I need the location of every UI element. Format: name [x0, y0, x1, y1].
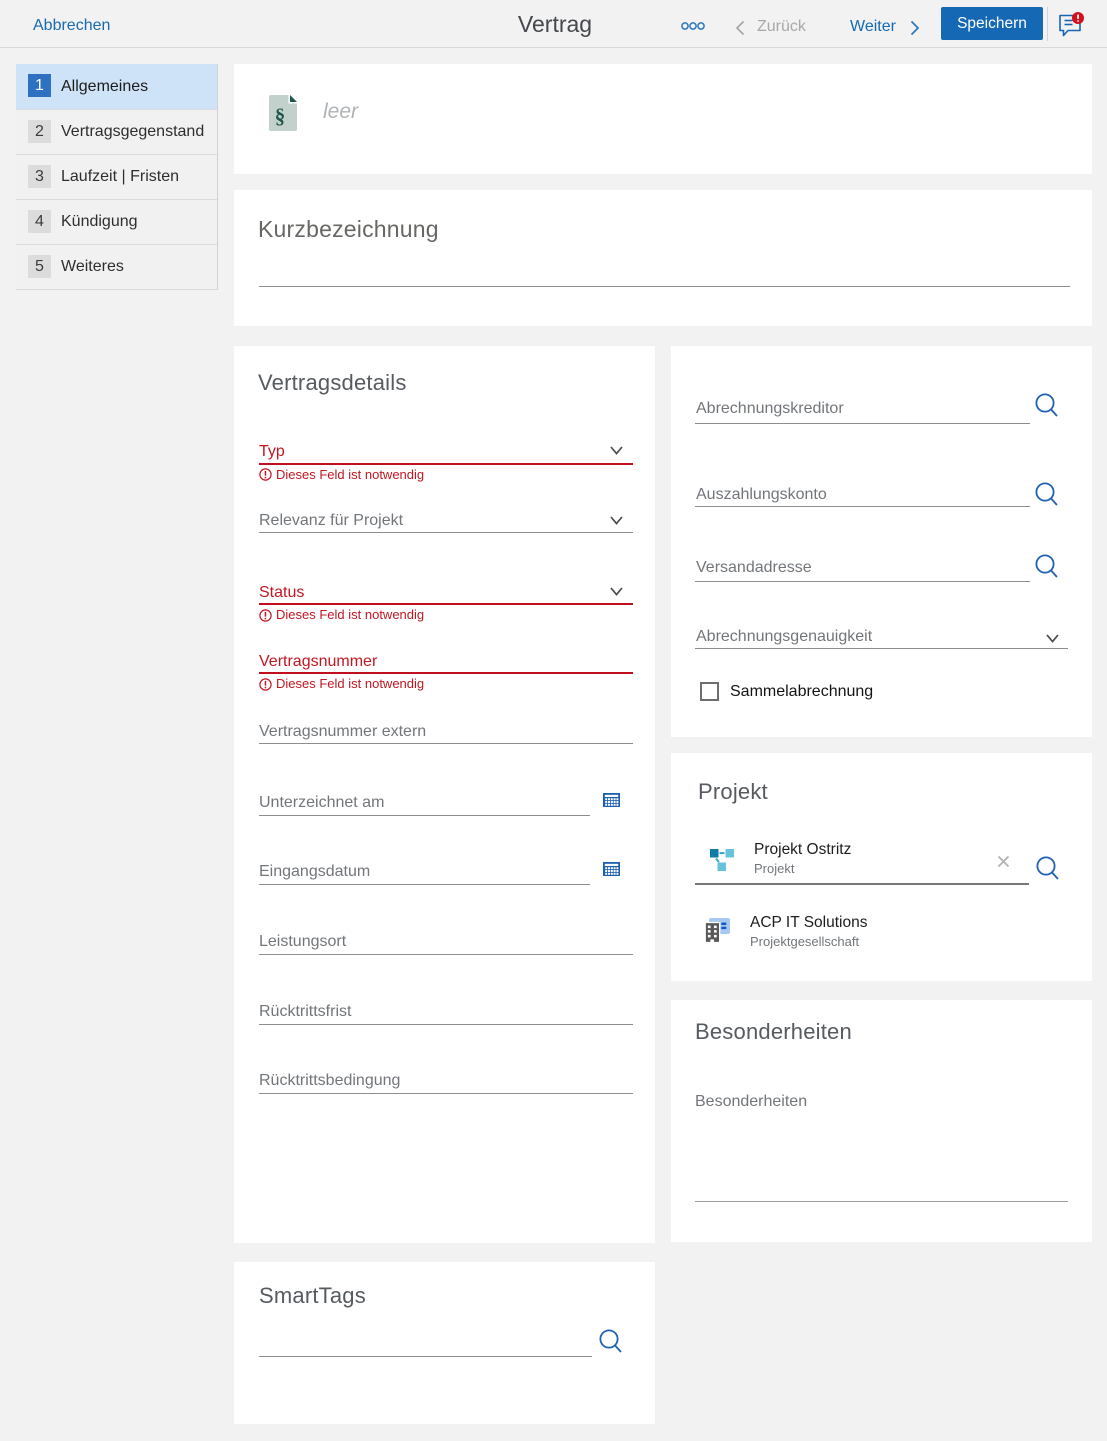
svg-text:§: §	[275, 104, 286, 128]
